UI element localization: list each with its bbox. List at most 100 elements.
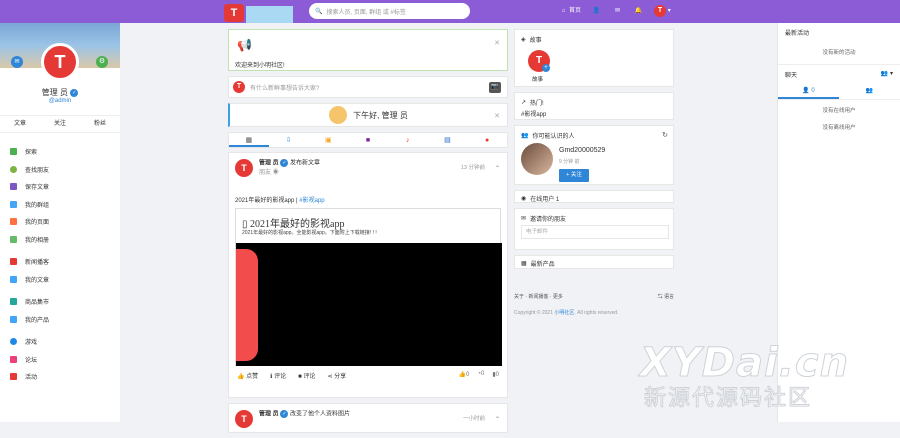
market-icon bbox=[10, 298, 17, 306]
post-text: 2021年最好的影视app | #影视app bbox=[235, 198, 325, 204]
mail-icon: ✉ bbox=[521, 216, 527, 222]
close-icon[interactable]: ✕ bbox=[494, 39, 500, 47]
blog-title[interactable]: ▯ 2021年最好的影视app bbox=[242, 215, 344, 230]
article-icon bbox=[10, 275, 17, 283]
language-selector[interactable]: ⇆ 语言 bbox=[658, 293, 674, 300]
sidebar-item-pages[interactable]: 我的页面 bbox=[0, 213, 120, 231]
welcome-card: 📢 欢迎来到小明社区! ✕ bbox=[228, 29, 508, 71]
user-menu[interactable]: T ▾ bbox=[654, 5, 671, 17]
trending-icon: ↗ bbox=[521, 100, 527, 106]
tab-photos-icon[interactable]: ▣ bbox=[308, 133, 348, 147]
post-privacy[interactable]: 朋友 bbox=[259, 170, 271, 176]
post-author[interactable]: 管理 员 bbox=[259, 412, 279, 418]
search-input[interactable]: 🔍 搜索人员, 页面, 群组 或 #标签 bbox=[309, 3, 470, 19]
post-card: T 管理 员 ✓ 改变了他个人资料图片 一小时前 ⌄ bbox=[228, 403, 508, 433]
calendar-icon: ▦ bbox=[521, 261, 527, 267]
reaction-button[interactable]: ℹ 评论 bbox=[270, 371, 286, 380]
right-sidebar: ◈ 故事 T + 故事 ↗ 热门! #影视app 👥 你可能认识的人 ↻ Gmd200… bbox=[514, 29, 674, 274]
sidebar-item-market[interactable]: 商品集市 bbox=[0, 293, 120, 311]
share-count[interactable]: ▮0 bbox=[492, 371, 499, 378]
footer-links[interactable]: 关于 · 新闻播客 · 更多 bbox=[514, 293, 674, 300]
add-user-icon[interactable]: 👥 ▾ bbox=[881, 70, 893, 79]
comment-count[interactable]: ◔0 bbox=[477, 371, 484, 378]
chevron-down-icon[interactable]: ⌄ bbox=[495, 162, 500, 169]
sidebar-item-news[interactable]: 新闻播客 bbox=[0, 253, 120, 271]
forum-icon bbox=[10, 355, 17, 363]
avatar[interactable]: T bbox=[235, 410, 253, 428]
post-header: T 管理 员 ✓ 改变了他个人资料图片 bbox=[235, 410, 350, 428]
tab-music-icon[interactable]: ♪ bbox=[388, 133, 428, 147]
tab-online-users[interactable]: 👤 0 bbox=[778, 84, 839, 99]
user-avatar[interactable] bbox=[521, 143, 553, 175]
footer: 关于 · 新闻播客 · 更多 ⇆ 语言 Copyright © 2021 小明社… bbox=[514, 293, 674, 316]
sidebar-item-forum[interactable]: 论坛 bbox=[0, 351, 120, 369]
copyright: Copyright © 2021 小明社区. All rights reserv… bbox=[514, 310, 619, 316]
post-action: 发布新文章 bbox=[290, 160, 321, 167]
comment-button[interactable]: ■ 评论 bbox=[298, 371, 315, 380]
invite-email-input[interactable]: 电子邮件 bbox=[521, 225, 669, 239]
plus-icon[interactable]: + bbox=[542, 64, 550, 72]
trending-hashtag[interactable]: #影视app bbox=[521, 109, 546, 118]
sidebar-item-games[interactable]: 游戏 bbox=[0, 333, 120, 351]
sidebar-item-explore[interactable]: 探索 bbox=[0, 143, 120, 161]
explore-icon bbox=[10, 148, 17, 156]
sidebar-item-groups[interactable]: 我的群组 bbox=[0, 196, 120, 214]
user-name[interactable]: Gmd20000529 bbox=[559, 147, 605, 154]
messages-icon[interactable]: ✉ bbox=[612, 6, 623, 17]
gear-icon[interactable]: ⚙ bbox=[96, 56, 108, 68]
like-count[interactable]: 👍0 bbox=[459, 371, 470, 378]
sidebar-item-find-friends[interactable]: 查找朋友 bbox=[0, 161, 120, 179]
online-users-widget[interactable]: ◉ 在线用户 1 bbox=[514, 190, 674, 203]
tab-articles[interactable]: 文章 bbox=[0, 116, 40, 132]
blog-cover-image[interactable] bbox=[236, 243, 502, 366]
pages-icon bbox=[10, 218, 17, 226]
avatar[interactable]: T bbox=[235, 159, 253, 177]
chevron-down-icon[interactable]: ⌄ bbox=[495, 413, 500, 420]
tab-text-icon[interactable]: ⇩ bbox=[269, 133, 309, 147]
site-logo[interactable]: T bbox=[224, 4, 244, 22]
post-meta: 管理 员 ✓ 改变了他个人资料图片 bbox=[259, 410, 350, 428]
sidebar-item-events[interactable]: 活动 bbox=[0, 368, 120, 386]
post-time[interactable]: 一小时前 bbox=[463, 414, 485, 422]
eye-icon: ◉ bbox=[521, 196, 527, 202]
sidebar-item-my-articles[interactable]: 我的文章 bbox=[0, 271, 120, 289]
gamepad-icon bbox=[10, 338, 17, 346]
notifications-icon[interactable]: 🔔 bbox=[633, 6, 644, 17]
tab-following[interactable]: 关注 bbox=[40, 116, 80, 132]
hashtag-link[interactable]: #影视app bbox=[299, 198, 324, 204]
chat-icon[interactable]: ✉ bbox=[11, 56, 23, 68]
close-icon[interactable]: ✕ bbox=[494, 112, 500, 120]
blog-preview[interactable]: ▯ 2021年最好的影视app 2021年最好的影视app。全能影视app。下面… bbox=[235, 208, 502, 366]
profile-name[interactable]: 管理 员 ✓ bbox=[0, 87, 120, 98]
tab-all-icon[interactable]: ▦ bbox=[229, 133, 269, 147]
sidebar-item-albums[interactable]: 我的相册 bbox=[0, 231, 120, 249]
tab-followers[interactable]: 粉丝 bbox=[80, 116, 120, 132]
profile-handle[interactable]: @admin bbox=[0, 98, 120, 104]
trending-widget: ↗ 热门! #影视app bbox=[514, 92, 674, 120]
post-author[interactable]: 管理 员 bbox=[259, 161, 279, 167]
tab-offline-users[interactable]: 👥 bbox=[839, 84, 900, 99]
publisher-box[interactable]: T 有什么新鲜事想告诉大家? 📷 bbox=[228, 76, 508, 98]
verified-icon: ✓ bbox=[70, 88, 79, 97]
tab-videos-icon[interactable]: ■ bbox=[348, 133, 388, 147]
profile-avatar[interactable]: T bbox=[41, 43, 79, 81]
site-logo-text-image[interactable] bbox=[246, 6, 293, 23]
home-link[interactable]: ⌂ 首页 bbox=[558, 5, 581, 17]
friend-requests-icon[interactable]: 👤 bbox=[591, 6, 602, 17]
latest-products-widget[interactable]: ▦ 最新产品 bbox=[514, 255, 674, 269]
users-icon: 👥 bbox=[865, 88, 874, 94]
tab-maps-icon[interactable]: ● bbox=[467, 133, 507, 147]
camera-icon[interactable]: 📷 bbox=[489, 82, 501, 93]
site-link[interactable]: 小明社区 bbox=[554, 310, 574, 316]
refresh-icon[interactable]: ↻ bbox=[662, 131, 668, 139]
stories-widget: ◈ 故事 T + 故事 bbox=[514, 29, 674, 87]
like-button[interactable]: 👍 点赞 bbox=[237, 371, 258, 380]
share-button[interactable]: ⋖ 分享 bbox=[327, 371, 346, 380]
sidebar-item-my-products[interactable]: 我的产品 bbox=[0, 311, 120, 329]
offline-empty: 没有离线用户 bbox=[822, 125, 856, 131]
tab-files-icon[interactable]: ▤ bbox=[428, 133, 468, 147]
post-time[interactable]: 13 分钟前 bbox=[461, 163, 485, 171]
sidebar-item-saved[interactable]: 保存文章 bbox=[0, 178, 120, 196]
layers-icon: ◈ bbox=[521, 37, 526, 43]
follow-button[interactable]: + 关注 bbox=[559, 169, 589, 182]
